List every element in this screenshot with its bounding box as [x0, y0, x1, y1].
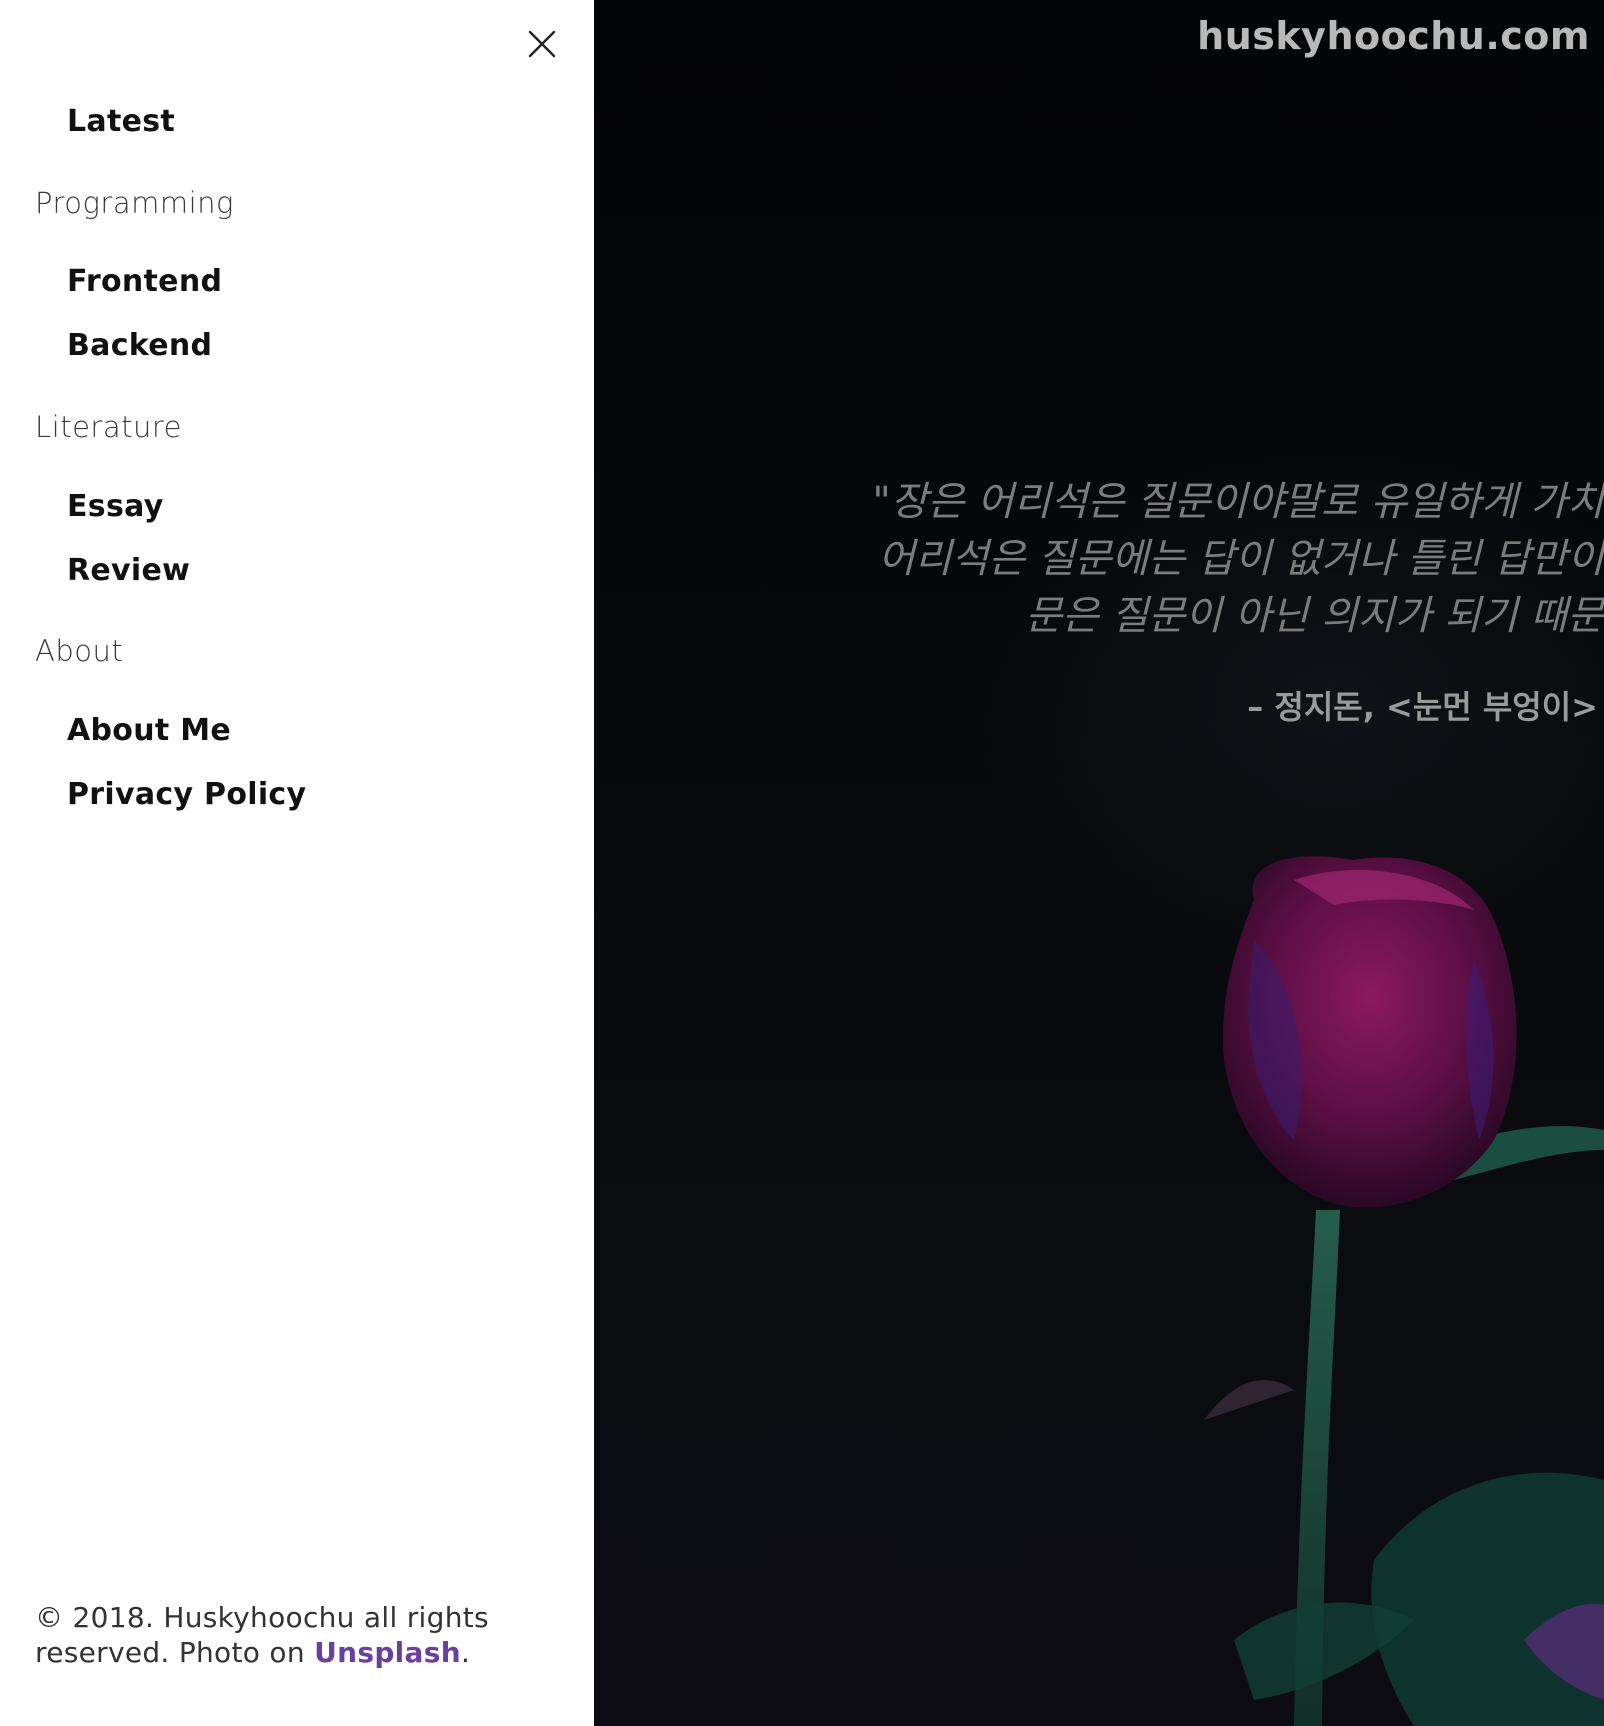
hero-quote: "장은 어리석은 질문이야말로 유일하게 가치 어리석은 질문에는 답이 없거나… [704, 474, 1604, 645]
close-icon [528, 30, 556, 58]
unsplash-link[interactable]: Unsplash [314, 1636, 461, 1669]
nav-link-review[interactable]: Review [67, 553, 190, 588]
quote-line-1: "장은 어리석은 질문이야말로 유일하게 가치 [872, 479, 1604, 525]
quote-attribution: – 정지돈, <눈먼 부엉이> [1247, 688, 1598, 726]
nav-link-privacy-policy[interactable]: Privacy Policy [67, 777, 306, 812]
footer-copyright: © 2018. Huskyhoochu all rights reserved.… [35, 1600, 555, 1670]
nav-link-essay[interactable]: Essay [67, 489, 164, 524]
navigation-drawer: Latest Programming Frontend Backend Lite… [0, 0, 594, 1726]
nav-link-about-me[interactable]: About Me [67, 713, 231, 748]
quote-line-3: 문은 질문이 아닌 의지가 되기 때문 [1025, 593, 1604, 639]
rose-photo [1204, 856, 1604, 1726]
quote-line-2: 어리석은 질문에는 답이 없거나 틀린 답만이 [878, 536, 1604, 582]
footer-period: . [460, 1636, 471, 1669]
hero-section: huskyhoochu.com "장은 어리석은 질문이야말로 유일하게 가치 … [594, 0, 1604, 1726]
nav-section-about: About [35, 634, 124, 668]
site-brand[interactable]: huskyhoochu.com [1197, 14, 1590, 58]
nav-link-backend[interactable]: Backend [67, 328, 212, 363]
nav-section-literature: Literature [35, 410, 182, 444]
nav-link-latest[interactable]: Latest [67, 104, 175, 139]
nav-link-frontend[interactable]: Frontend [67, 264, 222, 299]
nav-section-programming: Programming [35, 186, 234, 220]
close-button[interactable] [522, 24, 562, 64]
